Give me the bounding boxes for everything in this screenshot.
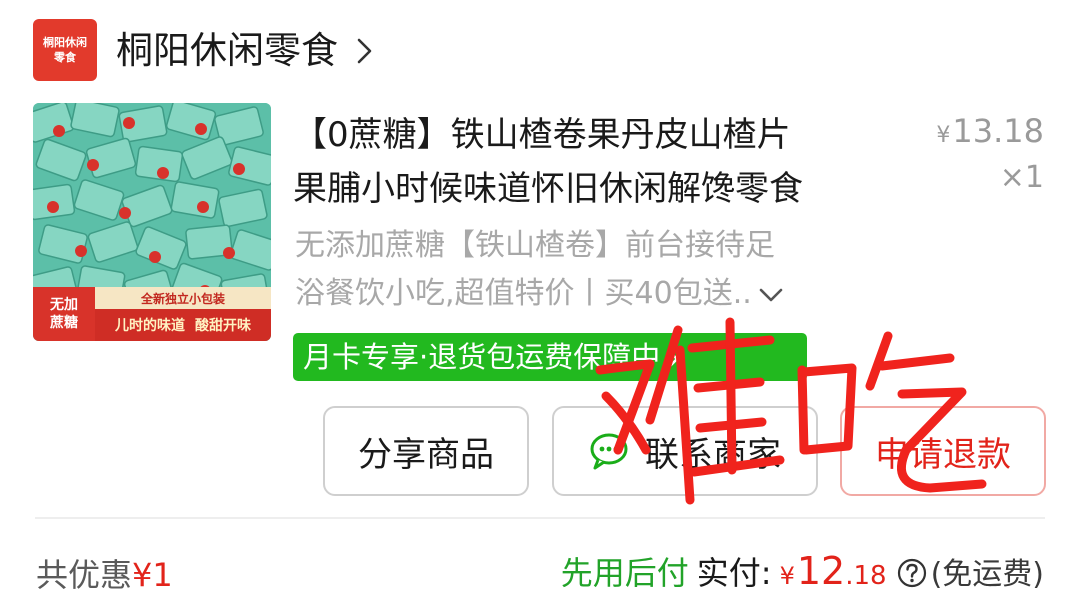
paid-amount-integer: 12 (796, 549, 846, 593)
question-icon[interactable] (897, 558, 927, 588)
shop-logo-text-line2: 零食 (54, 51, 76, 64)
image-caption-bottom-2: 酸甜开味 (195, 318, 251, 334)
paid-label: 实付: (696, 554, 772, 592)
shop-name: 桐阳休闲零食 (116, 29, 338, 72)
price-value: 13.18 (952, 112, 1044, 150)
request-refund-label: 申请退款 (875, 434, 1011, 475)
shop-logo-text-line1: 桐阳休闲 (43, 36, 87, 49)
pay-later-tag: 先用后付 (560, 554, 689, 592)
discount-label: 共优惠 (36, 556, 133, 594)
chat-icon (590, 433, 628, 470)
product-spec-line2: 浴餐饮小吃,超值特价丨买40包送.. (295, 276, 752, 311)
no-sugar-badge-line1: 无加 (50, 297, 78, 313)
contact-seller-label: 联系商家 (645, 434, 781, 475)
product-image[interactable]: 无加 蔗糖 全新独立小包装 儿时的味道 酸甜开味 (33, 103, 271, 341)
chevron-right-icon (667, 349, 679, 369)
share-product-button[interactable]: 分享商品 (323, 406, 529, 496)
chevron-down-icon[interactable] (758, 287, 784, 303)
shop-logo[interactable]: 桐阳休闲 零食 (33, 19, 97, 81)
product-title[interactable]: 【0蔗糖】铁山楂卷果丹皮山楂片 果脯小时候味道怀旧休闲解馋零食 (293, 108, 913, 216)
shipping-note: (免运费) (930, 557, 1044, 592)
divider (35, 517, 1045, 519)
payment-summary: 先用后付 实付: ¥ 12 .18 (免运费) (561, 548, 1044, 598)
promo-banner[interactable]: 月卡专享·退货包运费保障中 (293, 333, 807, 381)
no-sugar-badge: 无加 蔗糖 (33, 287, 95, 341)
discount-summary: 共优惠¥1 (36, 550, 173, 596)
product-title-line2: 果脯小时候味道怀旧休闲解馋零食 (293, 169, 803, 209)
product-spec[interactable]: 无添加蔗糖【铁山楂卷】前台接待足 浴餐饮小吃,超值特价丨买40包送.. (295, 222, 915, 318)
product-spec-line1: 无添加蔗糖【铁山楂卷】前台接待足 (295, 228, 775, 263)
contact-seller-button[interactable]: 联系商家 (552, 406, 818, 496)
paid-amount-decimal: .18 (845, 561, 887, 591)
paid-currency: ¥ (779, 562, 795, 590)
no-sugar-badge-line2: 蔗糖 (50, 315, 78, 331)
unit-price: ¥13.18 (936, 112, 1044, 150)
quantity: ×1 (999, 160, 1044, 195)
shop-name-link[interactable]: 桐阳休闲零食 (116, 26, 374, 76)
share-product-label: 分享商品 (358, 434, 494, 475)
price-currency: ¥ (936, 123, 951, 148)
order-card: 桐阳休闲 零食 桐阳休闲零食 无加 蔗糖 全新独立小包装 儿时的味道 酸甜开味 … (0, 0, 1080, 603)
chevron-right-icon (357, 38, 372, 64)
request-refund-button[interactable]: 申请退款 (840, 406, 1046, 496)
image-caption-top: 全新独立小包装 (95, 287, 271, 309)
image-caption-bottom: 儿时的味道 酸甜开味 (95, 309, 271, 341)
image-caption-bottom-1: 儿时的味道 (115, 318, 185, 334)
discount-amount: ¥1 (132, 556, 173, 594)
promo-text: 月卡专享·退货包运费保障中 (303, 340, 661, 374)
product-title-line1: 【0蔗糖】铁山楂卷果丹皮山楂片 (293, 115, 791, 155)
